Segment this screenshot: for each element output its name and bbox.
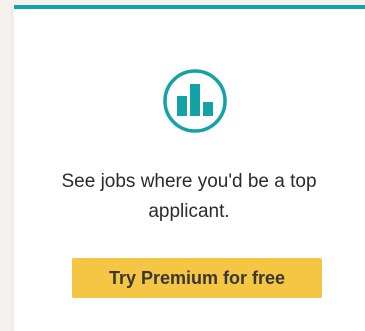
promo-message: See jobs where you'd be a top applicant. (61, 171, 317, 222)
bar-chart-icon (162, 68, 228, 134)
try-premium-button[interactable]: Try Premium for free (72, 258, 322, 298)
premium-promo-card: See jobs where you'd be a top applicant.… (14, 5, 365, 331)
